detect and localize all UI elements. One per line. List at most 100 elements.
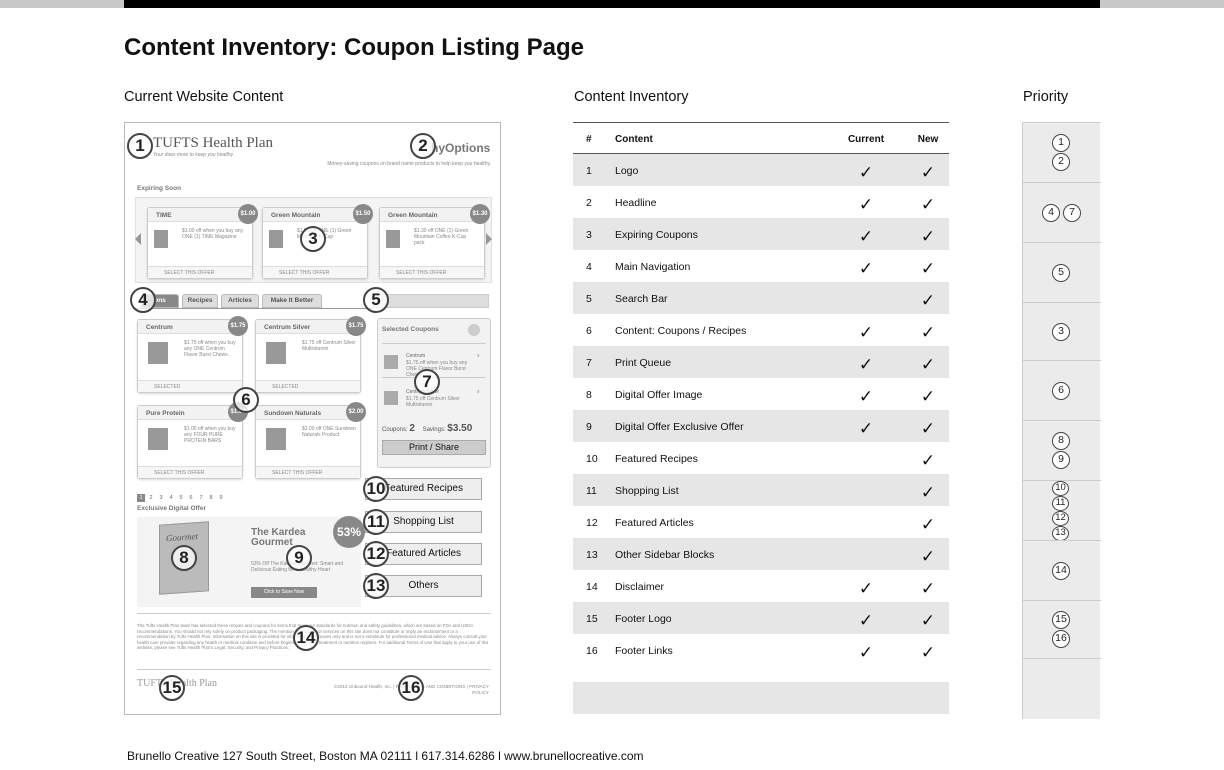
priority-item: 7	[1063, 204, 1081, 222]
row-content: Main Navigation	[615, 261, 691, 273]
coupon-brand: TIME	[148, 208, 252, 222]
tab-make-it-better[interactable]: Make It Better	[262, 294, 322, 308]
row-number: 6	[586, 325, 592, 337]
price-badge: $1.50	[353, 204, 373, 224]
row-content: Headline	[615, 197, 657, 209]
priority-item: 6	[1052, 381, 1070, 400]
coupon-card[interactable]: Centrum $1.75 off when you buy any ONE Ce…	[137, 316, 248, 393]
annotation-15: 15	[159, 675, 185, 701]
page-link[interactable]: 9	[217, 494, 225, 502]
remove-icon[interactable]: x	[477, 353, 480, 359]
price-badge: $2.00	[346, 402, 366, 422]
page-footer: Brunello Creative 127 South Street, Bost…	[127, 749, 644, 763]
row-number: 2	[586, 197, 592, 209]
table-row: 1 Logo ✓ ✓	[573, 154, 949, 186]
coupon-card[interactable]: Pure Protein $1.00 off when you buy any F…	[137, 402, 248, 479]
row-number: 9	[586, 421, 592, 433]
table-row: 14 Disclaimer ✓ ✓	[573, 570, 949, 602]
row-content: Digital Offer Image	[615, 389, 703, 401]
page-link[interactable]: 4	[167, 494, 175, 502]
table-row: 7 Print Queue ✓ ✓	[573, 346, 949, 378]
annotation-4: 4	[130, 287, 156, 313]
annotation-11: 11	[363, 509, 389, 535]
product-thumb	[384, 355, 398, 369]
coupon-card[interactable]: Sundown Naturals $2.00 off ONE Sundown Na…	[255, 402, 366, 479]
new-check-icon: ✓	[920, 163, 936, 182]
annotation-16: 16	[398, 675, 424, 701]
priority-group: 3	[1023, 302, 1101, 360]
table-row: 13 Other Sidebar Blocks ✓	[573, 538, 949, 570]
row-number: 7	[586, 357, 592, 369]
coupon-desc: $1.00 off when you buy any ONE (1) TIME …	[182, 228, 244, 240]
row-number: 3	[586, 229, 592, 241]
coupon-brand: Centrum	[138, 320, 242, 334]
priority-group: 5	[1023, 242, 1101, 302]
table-row: 6 Content: Coupons / Recipes ✓ ✓	[573, 314, 949, 346]
search-bar[interactable]	[373, 294, 489, 308]
select-offer-link[interactable]: SELECT THIS OFFER	[380, 266, 484, 278]
page-link[interactable]: 7	[197, 494, 205, 502]
new-check-icon: ✓	[920, 195, 936, 214]
select-offer-link[interactable]: SELECTED	[256, 380, 360, 392]
page-link[interactable]: 1	[137, 494, 145, 502]
page-link[interactable]: 8	[207, 494, 215, 502]
row-number: 15	[586, 613, 598, 625]
new-check-icon: ✓	[920, 291, 936, 310]
print-share-button[interactable]: Print / Share	[382, 440, 486, 455]
row-content: Footer Logo	[615, 613, 672, 625]
price-badge: $1.30	[470, 204, 490, 224]
current-check-icon: ✓	[858, 611, 874, 630]
row-number: 16	[586, 645, 598, 657]
annotation-6: 6	[233, 387, 259, 413]
inventory-header-row: # Content Current New	[573, 122, 949, 154]
header-new: New	[917, 134, 939, 145]
carousel-next-icon[interactable]	[486, 233, 492, 245]
tab-recipes[interactable]: Recipes	[182, 294, 218, 308]
selected-item-desc: $1.75 off Centrum Silver Multivitamin	[406, 396, 460, 408]
product-image	[154, 230, 168, 248]
annotation-13: 13	[363, 573, 389, 599]
tab-articles[interactable]: Articles	[221, 294, 259, 308]
coupon-brand: Green Mountain	[380, 208, 484, 222]
page-link[interactable]: 6	[187, 494, 195, 502]
row-number: 13	[586, 549, 598, 561]
priority-group: 89	[1023, 420, 1101, 480]
coupon-brand: Pure Protein	[138, 406, 242, 420]
row-content: Search Bar	[615, 293, 668, 305]
priority-group: 10 11 12 13	[1023, 480, 1101, 541]
carousel-prev-icon[interactable]	[135, 233, 141, 245]
page-link[interactable]: 2	[147, 494, 155, 502]
current-check-icon: ✓	[858, 419, 874, 438]
new-check-icon: ✓	[920, 611, 936, 630]
coupon-card[interactable]: Centrum Silver $1.75 off Centrum Silver M…	[255, 316, 366, 393]
product-thumb	[384, 391, 398, 405]
check-circle-icon	[468, 324, 480, 336]
tab-divider	[133, 308, 373, 309]
current-check-icon: ✓	[858, 323, 874, 342]
page-link[interactable]: 5	[177, 494, 185, 502]
expiring-coupon-card[interactable]: Green Mountain $1.30 off ONE (1) Green Mo…	[379, 204, 490, 279]
new-check-icon: ✓	[920, 547, 936, 566]
product-image	[148, 428, 168, 450]
click-to-save-button[interactable]: Click to Save Now	[251, 587, 317, 598]
annotation-8: 8	[171, 545, 197, 571]
select-offer-link[interactable]: SELECTED	[138, 380, 242, 392]
website-screenshot: TUFTS Health Plan Your does more to keep…	[124, 122, 501, 715]
expiring-coupon-card[interactable]: TIME $1.00 off when you buy any ONE (1) T…	[147, 204, 258, 279]
page-link[interactable]: 3	[157, 494, 165, 502]
select-offer-link[interactable]: SELECT THIS OFFER	[148, 266, 252, 278]
select-offer-link[interactable]: SELECT THIS OFFER	[138, 466, 242, 478]
row-content: Logo	[615, 165, 639, 177]
priority-group: 12	[1023, 122, 1101, 182]
select-offer-link[interactable]: SELECT THIS OFFER	[256, 466, 360, 478]
select-offer-link[interactable]: SELECT THIS OFFER	[263, 266, 367, 278]
current-check-icon: ✓	[858, 355, 874, 374]
remove-icon[interactable]: x	[477, 389, 480, 395]
price-badge: $1.00	[238, 204, 258, 224]
row-number: 14	[586, 581, 598, 593]
pagination: 123456789	[137, 486, 227, 504]
current-check-icon: ✓	[858, 579, 874, 598]
row-content: Other Sidebar Blocks	[615, 549, 715, 561]
price-badge: $1.75	[346, 316, 366, 336]
current-check-icon: ✓	[858, 643, 874, 662]
